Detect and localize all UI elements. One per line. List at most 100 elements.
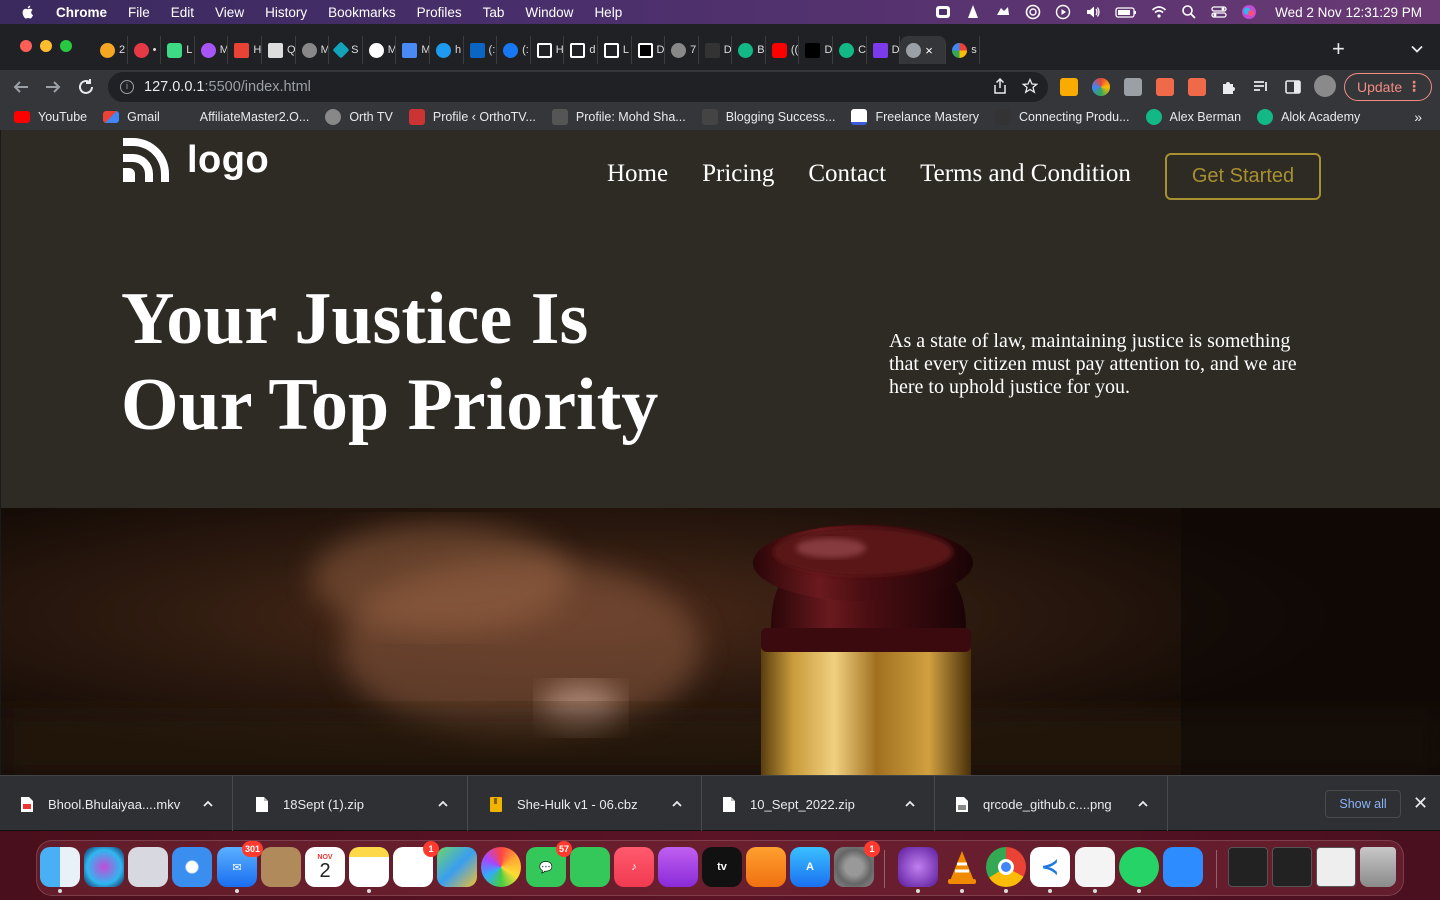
reminders-icon[interactable]: 1 <box>393 841 439 887</box>
bookmark-profile-orthotv[interactable]: Profile ‹ OrthoTV... <box>408 109 536 125</box>
browser-tab[interactable]: D <box>699 36 733 64</box>
active-tab[interactable]: × <box>900 36 947 64</box>
share-icon[interactable] <box>992 78 1008 94</box>
more-bookmarks-icon[interactable]: » <box>1414 109 1422 125</box>
download-item[interactable]: She-Hulk v1 - 06.cbz <box>469 776 702 832</box>
messages-icon[interactable]: 💬 57 <box>526 841 572 887</box>
calendar-icon[interactable]: NOV 2 <box>305 847 345 887</box>
siri-dock-icon[interactable] <box>84 847 124 887</box>
system-settings-icon[interactable]: 1 <box>834 841 880 887</box>
browser-tab[interactable]: H <box>228 36 262 64</box>
chevron-up-icon[interactable] <box>671 798 683 810</box>
siri-icon[interactable] <box>1241 4 1257 20</box>
books-icon[interactable] <box>746 847 786 887</box>
whatsapp-icon[interactable] <box>1119 847 1159 887</box>
bookmark-profile-mohd[interactable]: Profile: Mohd Sha... <box>551 109 686 125</box>
music-icon[interactable]: ♪ <box>614 847 654 887</box>
reload-icon[interactable] <box>75 76 97 98</box>
bookmark-freelance-mastery[interactable]: Freelance Mastery <box>851 109 979 125</box>
nav-home-link[interactable]: Home <box>607 160 668 188</box>
bookmark-affiliatemaster[interactable]: AffiliateMaster2.O... <box>175 109 309 125</box>
nav-pricing-link[interactable]: Pricing <box>702 160 774 188</box>
bookmark-alok-academy[interactable]: Alok Academy <box>1257 109 1360 125</box>
browser-tab[interactable]: 2 <box>94 36 128 64</box>
profile-avatar[interactable] <box>1314 75 1336 97</box>
browser-tab[interactable]: (: <box>497 36 531 64</box>
menu-help[interactable]: Help <box>594 5 622 20</box>
site-logo[interactable]: logo <box>121 134 269 186</box>
safari-icon[interactable] <box>172 847 212 887</box>
menu-profiles[interactable]: Profiles <box>417 5 462 20</box>
browser-tab[interactable]: H <box>531 36 565 64</box>
menu-app-chrome[interactable]: Chrome <box>56 5 107 20</box>
chevron-up-icon[interactable] <box>1137 798 1149 810</box>
chevron-up-icon[interactable] <box>437 798 449 810</box>
menu-history[interactable]: History <box>265 5 307 20</box>
close-downloads-icon[interactable]: ✕ <box>1413 793 1428 813</box>
extension-icon[interactable] <box>1060 78 1078 96</box>
browser-tab[interactable]: C <box>833 36 867 64</box>
browser-tab[interactable]: D <box>799 36 834 64</box>
kebab-menu-icon[interactable]: ⋮ <box>1407 78 1421 95</box>
browser-tab[interactable]: h <box>430 36 464 64</box>
update-button[interactable]: Update ⋮ <box>1344 73 1432 101</box>
nav-terms-link[interactable]: Terms and Condition <box>920 160 1131 188</box>
circle-app-icon[interactable] <box>1025 4 1041 20</box>
control-center-icon[interactable] <box>1211 4 1227 20</box>
podcasts-icon[interactable] <box>658 847 698 887</box>
zoom-window-button[interactable] <box>60 40 72 52</box>
cloud-app-icon[interactable] <box>995 4 1011 20</box>
address-bar[interactable]: i 127.0.0.1:5500/index.html <box>108 72 1048 102</box>
browser-tab[interactable]: D <box>867 36 901 64</box>
recent-window-thumbnail[interactable] <box>1228 847 1268 887</box>
app-store-icon[interactable]: A <box>790 847 830 887</box>
menu-view[interactable]: View <box>215 5 244 20</box>
browser-tab[interactable]: • <box>128 36 162 64</box>
media-queue-icon[interactable] <box>1252 78 1270 96</box>
chrome-dock-icon[interactable] <box>986 847 1026 887</box>
browser-tab[interactable]: D <box>632 36 666 64</box>
chevron-up-icon[interactable] <box>202 798 214 810</box>
download-item[interactable]: qrcode_github.c....png <box>935 776 1168 832</box>
browser-tab[interactable]: M <box>363 36 397 64</box>
tor-browser-icon[interactable] <box>898 847 938 887</box>
download-item[interactable]: Bhool.Bhulaiyaa....mkv <box>0 776 233 832</box>
trash-icon[interactable] <box>1360 847 1396 887</box>
volume-icon[interactable] <box>1085 4 1101 20</box>
menu-tab[interactable]: Tab <box>483 5 505 20</box>
extension-icon[interactable] <box>1156 78 1174 96</box>
chevron-up-icon[interactable] <box>904 798 916 810</box>
browser-tab[interactable]: S <box>329 36 363 64</box>
bookmark-star-icon[interactable] <box>1022 78 1038 94</box>
browser-tab[interactable]: M <box>296 36 330 64</box>
wifi-icon[interactable] <box>1151 4 1167 20</box>
menubar-clock[interactable]: Wed 2 Nov 12:31:29 PM <box>1275 5 1422 20</box>
facetime-icon[interactable] <box>570 847 610 887</box>
close-tab-icon[interactable]: × <box>925 43 933 58</box>
browser-tab[interactable]: (: <box>464 36 498 64</box>
menu-bookmarks[interactable]: Bookmarks <box>328 5 396 20</box>
new-tab-button[interactable]: + <box>1332 38 1345 60</box>
bookmark-orth-tv[interactable]: Orth TV <box>325 109 393 125</box>
browser-tab[interactable]: d <box>564 36 598 64</box>
download-item[interactable]: 18Sept (1).zip <box>235 776 468 832</box>
puzzle-extensions-icon[interactable] <box>1220 78 1238 96</box>
show-all-downloads-button[interactable]: Show all <box>1325 790 1401 818</box>
apple-menu-icon[interactable] <box>20 4 36 20</box>
bookmark-youtube[interactable]: YouTube <box>14 110 87 124</box>
launchpad-icon[interactable] <box>128 847 168 887</box>
color-picker-extension-icon[interactable] <box>1092 78 1110 96</box>
vscode-icon[interactable]: ≺ <box>1030 847 1070 887</box>
site-info-icon[interactable]: i <box>120 80 134 94</box>
contacts-icon[interactable] <box>261 847 301 887</box>
bookmark-connecting-produ[interactable]: Connecting Produ... <box>995 109 1130 125</box>
browser-tab[interactable]: L <box>598 36 632 64</box>
vlc-icon[interactable] <box>965 4 981 20</box>
recent-window-thumbnail[interactable] <box>1272 847 1312 887</box>
browser-tab[interactable]: Q <box>262 36 296 64</box>
close-window-button[interactable] <box>20 40 32 52</box>
forward-arrow-icon[interactable] <box>42 76 64 98</box>
battery-icon[interactable] <box>1115 4 1137 20</box>
menu-edit[interactable]: Edit <box>171 5 194 20</box>
photos-icon[interactable] <box>481 847 521 887</box>
